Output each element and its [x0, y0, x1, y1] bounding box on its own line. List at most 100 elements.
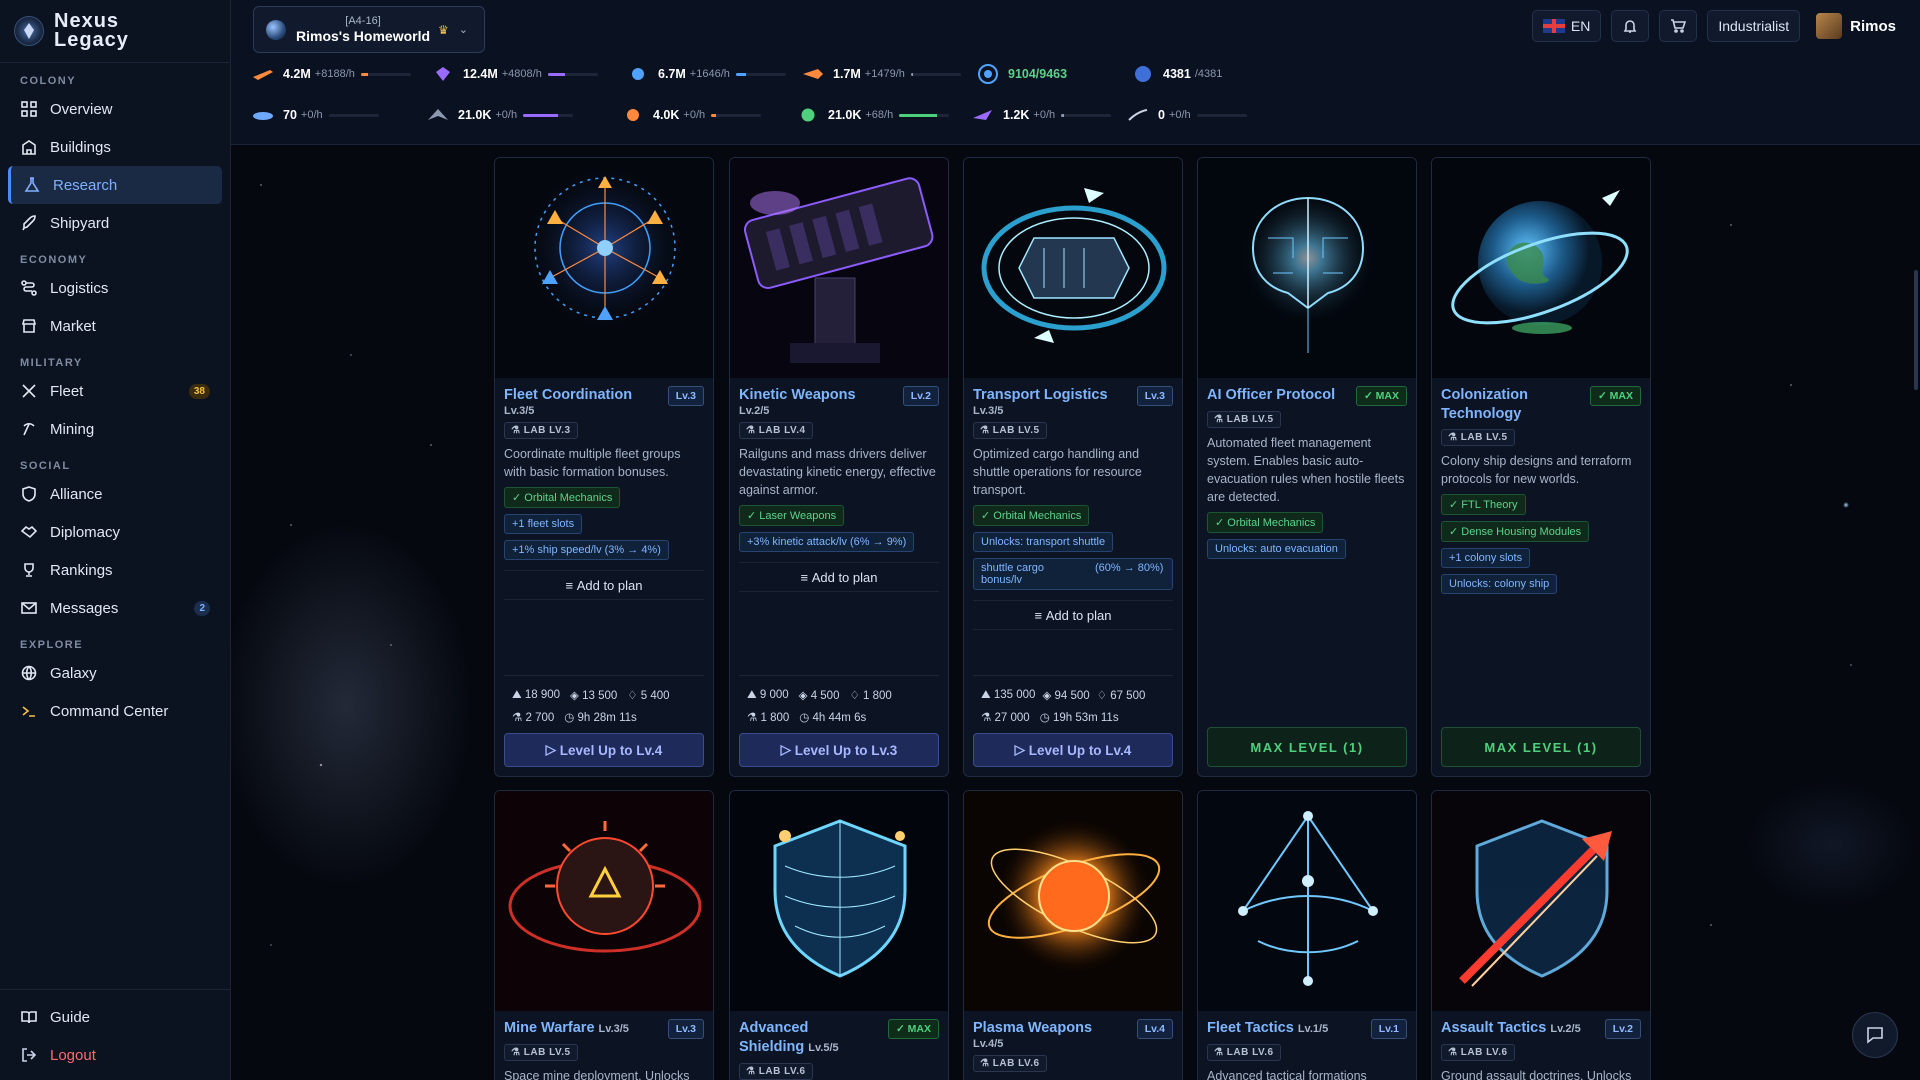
resource-value: 12.4M — [463, 67, 498, 81]
add-to-plan-button[interactable]: ≡ Add to plan — [739, 562, 939, 592]
prereq-chip: ✓ Dense Housing Modules — [1441, 521, 1590, 542]
unlock-chip: Unlocks: transport shuttle — [973, 532, 1114, 552]
resource-bar — [360, 72, 411, 76]
resource-rate: +0/h — [495, 109, 518, 121]
level-progress: Lv.4/5 — [973, 1038, 1004, 1050]
resource-row-production: 4.2M +8188/h 12.4M +4808/h 6.7M +1646/h 1.7M +1… — [251, 64, 1271, 84]
sidebar-item-label: Alliance — [50, 485, 103, 503]
resource-comet[interactable]: 0 +0/h — [1126, 107, 1276, 123]
research-card-ai-officer-protocol[interactable]: AI Officer Protocol ✓ MAX ⚗ LAB LV.5 Aut… — [1197, 157, 1417, 777]
shop-button[interactable] — [1659, 10, 1698, 42]
title-badge[interactable]: Industrialist — [1707, 10, 1801, 42]
sidebar-item-messages[interactable]: Messages 2 — [8, 589, 222, 627]
sidebar-item-logistics[interactable]: Logistics — [8, 269, 222, 307]
user-menu[interactable]: Rimos — [1810, 13, 1896, 39]
research-card-transport-logistics[interactable]: Transport Logistics Lv.3/5 Lv.3 ⚗ LAB LV.… — [963, 157, 1183, 777]
sidebar-item-buildings[interactable]: Buildings — [8, 128, 222, 166]
research-card-mine-warfare[interactable]: Mine Warfare Lv.3/5 Lv.3 ⚗ LAB LV.5 Spac… — [494, 790, 714, 1080]
add-to-plan-button[interactable]: ≡ Add to plan — [504, 570, 704, 600]
card-title: Fleet Coordination — [504, 387, 633, 403]
level-up-button[interactable]: ▷ Level Up to Lv.3 — [739, 733, 939, 767]
card-title: Advanced Shielding Lv.5/5 — [739, 1020, 839, 1055]
resource-energy-orb[interactable]: 6.7M +1646/h — [626, 66, 801, 82]
population-icon — [976, 64, 1000, 84]
crystal-cost: ◈ 13 500 — [570, 690, 618, 702]
resource-rate: +68/h — [865, 109, 894, 121]
effect-label: shuttle cargo bonus/lv — [981, 562, 1044, 586]
resource-ore-ship[interactable]: 4.2M +8188/h — [251, 66, 431, 82]
resource-fighter[interactable]: 21.0K +0/h — [426, 107, 621, 123]
sidebar-item-fleet[interactable]: Fleet 38 — [8, 372, 222, 410]
card-title: Plasma Weapons — [973, 1020, 1093, 1036]
card-description: Ground assault doctrines. Unlocks — [1441, 1069, 1632, 1080]
resource-storage[interactable]: 4381/4381 — [1131, 66, 1271, 82]
card-description: Coordinate multiple fleet groups with ba… — [504, 447, 681, 479]
lab-requirement: ⚗ LAB LV.6 — [1207, 1044, 1281, 1061]
research-card-colonization-technology[interactable]: Colonization Technology ✓ MAX ⚗ LAB LV.5 … — [1431, 157, 1651, 777]
cost-panel: ⛰ 9 000 ◈ 4 500 ♢ 1 800 ⚗ 1 800 ◷ 4h 44m 6s — [739, 675, 939, 728]
energy-orb-icon — [626, 66, 650, 82]
sidebar-item-mining[interactable]: Mining — [8, 410, 222, 448]
research-card-plasma-weapons[interactable]: Plasma Weapons Lv.4/5 Lv.4 ⚗ LAB LV.6 — [963, 790, 1183, 1080]
resource-rate: +0/h — [1033, 109, 1056, 121]
research-card-advanced-shielding[interactable]: Advanced Shielding Lv.5/5 ✓ MAX ⚗ LAB LV.… — [729, 790, 949, 1080]
resource-value: 9104/9463 — [1008, 67, 1068, 81]
resource-population[interactable]: 9104/9463 — [976, 64, 1131, 84]
nav-section-military: MILITARY — [20, 357, 83, 369]
resource-drone[interactable]: 70 +0/h — [251, 107, 426, 123]
prereq-chip: ✓ Laser Weapons — [739, 505, 845, 526]
plasma-weapons-art — [964, 791, 1182, 1011]
resource-cruiser[interactable]: 1.2K +0/h — [971, 107, 1126, 123]
resource-value: 21.0K — [828, 108, 862, 122]
sidebar-item-research[interactable]: Research — [8, 166, 222, 204]
max-tag: ✓ MAX — [1589, 386, 1641, 406]
shield-icon — [20, 485, 38, 503]
resource-rate: +4808/h — [501, 68, 542, 80]
resource-bar — [328, 113, 379, 117]
sidebar-item-rankings[interactable]: Rankings — [8, 551, 222, 589]
add-to-plan-button[interactable]: ≡ Add to plan — [973, 600, 1173, 630]
scrollbar[interactable] — [1914, 270, 1918, 390]
sidebar-item-guide[interactable]: Guide — [8, 998, 223, 1036]
level-up-button[interactable]: ▷ Level Up to Lv.4 — [504, 733, 704, 767]
research-card-assault-tactics[interactable]: Assault Tactics Lv.2/5 Lv.2 ⚗ LAB LV.6 G… — [1431, 790, 1651, 1080]
chat-button[interactable] — [1852, 1012, 1898, 1058]
globe-icon — [20, 664, 38, 682]
research-card-fleet-coordination[interactable]: Fleet Coordination Lv.3/5 Lv.3 ⚗ LAB LV.3… — [494, 157, 714, 777]
planet-selector[interactable]: [A4-16] Rimos's Homeworld ♛ ⌄ — [253, 6, 485, 53]
prereq-chip: ✓ Orbital Mechanics — [973, 505, 1090, 526]
sidebar-item-label: Diplomacy — [50, 523, 121, 541]
level-progress: Lv.3/5 — [504, 405, 535, 417]
level-tag: Lv.3 — [667, 386, 704, 406]
level-up-button[interactable]: ▷ Level Up to Lv.4 — [973, 733, 1173, 767]
sidebar: Nexus Legacy COLONY Overview Buildings R… — [0, 0, 231, 1080]
crystal-icon — [431, 66, 455, 82]
resource-bar — [547, 72, 598, 76]
max-tag: ✓ MAX — [887, 1019, 939, 1039]
notifications-button[interactable] — [1611, 10, 1650, 42]
resource-value: 4.2M — [283, 67, 311, 81]
sidebar-item-galaxy[interactable]: Galaxy — [8, 654, 222, 692]
prereq-chip: ✓ Orbital Mechanics — [504, 487, 621, 508]
app-logo[interactable]: Nexus Legacy — [0, 0, 230, 63]
resource-bar — [899, 113, 950, 117]
energy-cost: ⚗ 27 000 — [981, 712, 1030, 724]
sidebar-item-shipyard[interactable]: Shipyard — [8, 204, 222, 242]
sidebar-item-diplomacy[interactable]: Diplomacy — [8, 513, 222, 551]
max-level-button: MAX LEVEL (1) — [1207, 727, 1407, 767]
sidebar-item-alliance[interactable]: Alliance — [8, 475, 222, 513]
effect-value: (60% → 80%) — [1095, 562, 1164, 574]
resource-globe[interactable]: 21.0K +68/h — [796, 107, 971, 123]
research-card-kinetic-weapons[interactable]: Kinetic Weapons Lv.2/5 Lv.2 ⚗ LAB LV.4 Ra… — [729, 157, 949, 777]
resource-value: 4381 — [1163, 67, 1191, 81]
resource-fuel-ship[interactable]: 1.7M +1479/h — [801, 66, 976, 82]
resource-sun[interactable]: 4.0K +0/h — [621, 107, 796, 123]
card-title: Transport Logistics — [973, 387, 1108, 403]
research-card-fleet-tactics[interactable]: Fleet Tactics Lv.1/5 Lv.1 ⚗ LAB LV.6 Adv… — [1197, 790, 1417, 1080]
sidebar-item-market[interactable]: Market — [8, 307, 222, 345]
sidebar-item-command-center[interactable]: Command Center — [8, 692, 222, 730]
sidebar-item-logout[interactable]: Logout — [8, 1036, 223, 1074]
language-selector[interactable]: EN — [1531, 10, 1602, 42]
resource-crystal[interactable]: 12.4M +4808/h — [431, 66, 626, 82]
sidebar-item-overview[interactable]: Overview — [8, 90, 222, 128]
